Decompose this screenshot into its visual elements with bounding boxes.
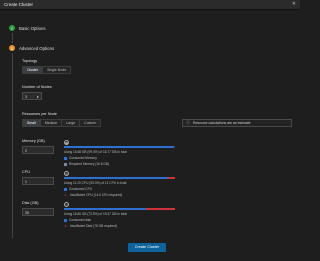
nodes-stepper[interactable]: 3 ⬍ bbox=[22, 92, 42, 100]
step-connector bbox=[12, 33, 13, 43]
window-title: Create Cluster bbox=[4, 2, 34, 7]
nodes-label: Number of Nodes bbox=[22, 85, 52, 89]
step-advanced-options[interactable]: 2 Advanced Options bbox=[9, 45, 54, 51]
title-bar: Create Cluster ✕ bbox=[0, 0, 300, 10]
memory-input[interactable]: 2 bbox=[22, 146, 54, 154]
nodes-value: 3 bbox=[25, 95, 27, 99]
disk-legend-consumed: Consumed disk bbox=[64, 218, 91, 222]
memory-usage-bar bbox=[64, 146, 175, 148]
step-connector bbox=[12, 53, 13, 238]
disk-insufficient-fill bbox=[146, 208, 175, 210]
disk-icon: ▭ bbox=[64, 202, 69, 207]
cpu-usage-text: Using 11.20 CPU (93.3%) of 12 CPU in tot… bbox=[64, 181, 127, 185]
info-text: Resource calculations are an estimate bbox=[193, 121, 251, 125]
resource-option-large[interactable]: Large bbox=[62, 120, 81, 126]
estimate-info-box: ⓘ Resource calculations are an estimate bbox=[182, 119, 292, 127]
warning-icon: ⚠ bbox=[64, 193, 68, 197]
cpu-legend-consumed: Consumed CPU bbox=[64, 187, 92, 191]
disk-usage-text: Using 16.80 GB (73.9%) of 19.37 GB in to… bbox=[64, 212, 127, 216]
memory-label: Memory (GB) bbox=[22, 139, 45, 143]
memory-legend-consumed: Consumed Memory bbox=[64, 156, 97, 160]
legend-swatch bbox=[64, 218, 67, 222]
topology-toggle: Cluster Single Node bbox=[22, 66, 72, 74]
topology-option-single-node[interactable]: Single Node bbox=[43, 67, 70, 73]
legend-swatch bbox=[64, 187, 67, 191]
memory-value: 2 bbox=[25, 149, 27, 153]
step-basic-options[interactable]: ✓ Basic Options bbox=[9, 25, 46, 31]
cpu-legend-insufficient: ⚠ Insufficient CPU (14.0 CPU required) bbox=[64, 193, 122, 197]
disk-value: 25 bbox=[25, 211, 29, 215]
resource-option-medium[interactable]: Medium bbox=[41, 120, 63, 126]
spinner-icon[interactable]: ⬍ bbox=[36, 93, 39, 101]
memory-used-fill bbox=[64, 146, 175, 148]
memory-usage-text: Using 16.68 GB (99.4%) of 16.77 GB in to… bbox=[64, 150, 127, 154]
info-circle-icon: ⓘ bbox=[186, 120, 190, 125]
cpu-usage-bar bbox=[64, 177, 175, 179]
legend-text: Required Memory (16.6 GB) bbox=[69, 162, 110, 166]
cpu-input[interactable]: 1 bbox=[22, 177, 54, 185]
legend-swatch bbox=[64, 162, 67, 166]
resources-label: Resources per Node bbox=[22, 112, 57, 116]
resources-size-toggle: Small Medium Large Custom bbox=[22, 119, 102, 127]
disk-legend-insufficient: ⚠ Insufficient Disk (75 GB required) bbox=[64, 224, 117, 228]
cpu-icon: ◎ bbox=[64, 171, 69, 176]
disk-input[interactable]: 25 bbox=[22, 208, 54, 216]
create-cluster-window: Create Cluster ✕ ✓ Basic Options 2 Advan… bbox=[0, 0, 300, 261]
legend-text: Insufficient CPU (14.0 CPU required) bbox=[70, 193, 123, 197]
step-label: Advanced Options bbox=[19, 45, 55, 51]
step-number-badge: 2 bbox=[9, 45, 15, 51]
resource-option-small[interactable]: Small bbox=[23, 120, 41, 126]
checkmark-icon: ✓ bbox=[9, 25, 15, 31]
memory-legend-required: Required Memory (16.6 GB) bbox=[64, 162, 109, 166]
step-label: Basic Options bbox=[19, 25, 46, 31]
memory-chip-icon: ▦ bbox=[64, 140, 69, 145]
cpu-insufficient-fill bbox=[167, 177, 175, 179]
topology-label: Topology bbox=[22, 59, 38, 63]
warning-icon: ⚠ bbox=[64, 224, 68, 228]
topology-option-cluster[interactable]: Cluster bbox=[23, 67, 44, 73]
legend-swatch bbox=[64, 156, 67, 160]
close-icon[interactable]: ✕ bbox=[292, 1, 296, 7]
legend-text: Consumed Memory bbox=[69, 156, 97, 160]
create-cluster-button[interactable]: Create Cluster bbox=[128, 243, 166, 252]
legend-text: Consumed CPU bbox=[69, 187, 93, 191]
disk-usage-bar bbox=[64, 208, 175, 210]
cpu-used-fill bbox=[64, 177, 168, 179]
disk-label: Disk (GB) bbox=[22, 201, 39, 205]
legend-text: Consumed disk bbox=[69, 218, 91, 222]
resource-option-custom[interactable]: Custom bbox=[80, 120, 100, 126]
cpu-value: 1 bbox=[25, 180, 27, 184]
legend-text: Insufficient Disk (75 GB required) bbox=[70, 224, 117, 228]
cpu-label: CPU bbox=[22, 170, 31, 174]
disk-used-fill bbox=[64, 208, 147, 210]
